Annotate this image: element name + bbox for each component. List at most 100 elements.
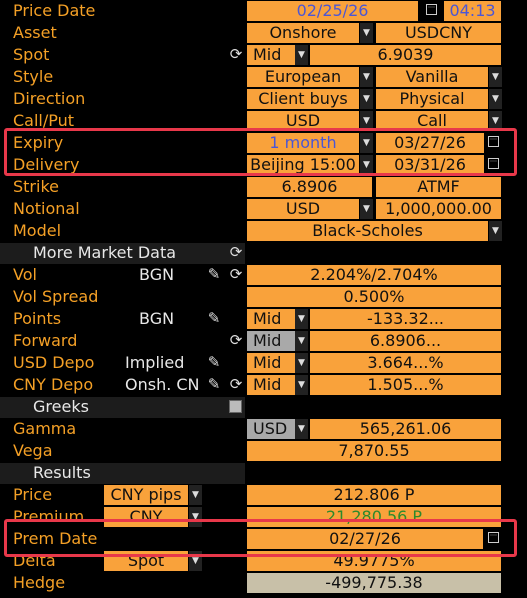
chevron-down-icon[interactable]: ▼ bbox=[189, 485, 202, 505]
hedge-label: Hedge bbox=[13, 573, 66, 592]
row-cny-depo: CNY Depo Onsh. CN ✎ ⟳ Mid ▼ 1.505...% bbox=[0, 374, 527, 396]
chevron-down-icon[interactable]: ▼ bbox=[295, 353, 308, 373]
price-date-field[interactable]: 02/25/26 bbox=[247, 1, 418, 21]
forward-label: Forward bbox=[13, 331, 78, 350]
row-points: Points BGN ✎ Mid ▼ -133.32... bbox=[0, 308, 527, 330]
chevron-down-icon[interactable]: ▼ bbox=[295, 331, 308, 351]
price-date-label: Price Date bbox=[13, 1, 96, 20]
price-time-field[interactable]: 04:13 bbox=[444, 1, 501, 21]
vol-field[interactable]: 2.204%/2.704% bbox=[247, 265, 501, 285]
row-price-date: Price Date 02/25/26 04:13 bbox=[0, 0, 527, 22]
gamma-value: 565,261.06 bbox=[310, 419, 501, 439]
option-type-select[interactable]: Vanilla bbox=[376, 67, 488, 87]
highlight-box-prem-date bbox=[4, 519, 517, 557]
strike-field[interactable]: 6.8906 bbox=[247, 177, 372, 197]
vol-spread-field[interactable]: 0.500% bbox=[247, 287, 501, 307]
strike-ref-field[interactable]: ATMF bbox=[376, 177, 501, 197]
forward-field[interactable]: 6.8906... bbox=[310, 331, 501, 351]
vega-value: 7,870.55 bbox=[247, 441, 501, 461]
spot-side-select[interactable]: Mid bbox=[247, 45, 295, 65]
usd-depo-side-select[interactable]: Mid bbox=[247, 353, 295, 373]
refresh-icon[interactable]: ⟳ bbox=[228, 374, 244, 396]
vega-label: Vega bbox=[13, 441, 53, 460]
points-label: Points bbox=[13, 309, 62, 328]
model-select[interactable]: Black-Scholes bbox=[247, 221, 488, 241]
greeks-title[interactable]: Greeks bbox=[0, 396, 89, 418]
usd-depo-label: USD Depo bbox=[13, 353, 95, 372]
row-forward: Forward ⟳ Mid ▼ 6.8906... bbox=[0, 330, 527, 352]
vol-spread-label: Vol Spread bbox=[13, 287, 99, 306]
forward-side-select[interactable]: Mid bbox=[247, 331, 295, 351]
exercise-style-select[interactable]: European bbox=[247, 67, 359, 87]
notional-label: Notional bbox=[13, 199, 80, 218]
cny-depo-source: Onsh. CN bbox=[125, 375, 200, 394]
row-vega: Vega 7,870.55 bbox=[0, 440, 527, 462]
settlement-select[interactable]: Physical bbox=[376, 89, 488, 109]
cny-depo-side-select[interactable]: Mid bbox=[247, 375, 295, 395]
pencil-icon[interactable]: ✎ bbox=[206, 264, 222, 286]
price-unit-select[interactable]: CNY pips bbox=[104, 485, 188, 505]
refresh-icon[interactable]: ⟳ bbox=[228, 330, 244, 352]
row-gamma: Gamma USD ▼ 565,261.06 bbox=[0, 418, 527, 440]
price-value: 212.806 P bbox=[247, 485, 501, 505]
row-model: Model Black-Scholes ▼ bbox=[0, 220, 527, 242]
row-asset: Asset Onshore ▼ USDCNY bbox=[0, 22, 527, 44]
cny-depo-field[interactable]: 1.505...% bbox=[310, 375, 501, 395]
asset-market-select[interactable]: Onshore bbox=[247, 23, 359, 43]
calendar-icon[interactable] bbox=[426, 4, 437, 15]
price-label: Price bbox=[13, 485, 53, 504]
chevron-down-icon[interactable]: ▼ bbox=[360, 67, 373, 87]
hedge-value: -499,775.38 bbox=[247, 573, 501, 593]
notional-amount-field[interactable]: 1,000,000.00 bbox=[376, 199, 501, 219]
chevron-down-icon[interactable]: ▼ bbox=[295, 419, 308, 439]
chevron-down-icon[interactable]: ▼ bbox=[360, 23, 373, 43]
chevron-down-icon[interactable]: ▼ bbox=[295, 45, 308, 65]
chevron-down-icon[interactable]: ▼ bbox=[489, 221, 502, 241]
row-direction: Direction Client buys ▼ Physical ▼ bbox=[0, 88, 527, 110]
chevron-down-icon[interactable]: ▼ bbox=[360, 199, 373, 219]
currency-pair-field[interactable]: USDCNY bbox=[376, 23, 501, 43]
direction-select[interactable]: Client buys bbox=[247, 89, 359, 109]
vol-label: Vol bbox=[13, 265, 37, 284]
refresh-icon[interactable]: ⟳ bbox=[228, 44, 244, 66]
chevron-down-icon[interactable]: ▼ bbox=[295, 309, 308, 329]
pencil-icon[interactable]: ✎ bbox=[206, 374, 222, 396]
refresh-icon[interactable]: ⟳ bbox=[228, 242, 244, 264]
asset-label: Asset bbox=[13, 23, 57, 42]
gamma-label: Gamma bbox=[13, 419, 77, 438]
chevron-down-icon[interactable]: ▼ bbox=[360, 89, 373, 109]
market-data-title[interactable]: More Market Data bbox=[0, 242, 176, 264]
pencil-icon[interactable]: ✎ bbox=[206, 352, 222, 374]
points-side-select[interactable]: Mid bbox=[247, 309, 295, 329]
model-label: Model bbox=[13, 221, 62, 240]
direction-label: Direction bbox=[13, 89, 86, 108]
option-pricer-panel: Price Date 02/25/26 04:13 Asset Onshore … bbox=[0, 0, 527, 598]
vol-source: BGN bbox=[139, 265, 175, 284]
strike-label: Strike bbox=[13, 177, 59, 196]
row-notional: Notional USD ▼ 1,000,000.00 bbox=[0, 198, 527, 220]
row-hedge: Hedge -499,775.38 bbox=[0, 572, 527, 594]
notional-ccy-select[interactable]: USD bbox=[247, 199, 359, 219]
points-field[interactable]: -133.32... bbox=[310, 309, 501, 329]
row-vol: Vol BGN ✎ ⟳ 2.204%/2.704% bbox=[0, 264, 527, 286]
row-spot: Spot ⟳ Mid ▼ 6.9039 bbox=[0, 44, 527, 66]
highlight-box-expiry-delivery bbox=[4, 128, 517, 176]
gamma-ccy-select[interactable]: USD bbox=[247, 419, 295, 439]
row-results-header: Results bbox=[0, 462, 527, 484]
pencil-icon[interactable]: ✎ bbox=[206, 308, 222, 330]
chevron-down-icon[interactable]: ▼ bbox=[489, 89, 502, 109]
style-label: Style bbox=[13, 67, 54, 86]
spot-label: Spot bbox=[13, 45, 50, 64]
row-strike: Strike 6.8906 ATMF bbox=[0, 176, 527, 198]
spot-rate-field[interactable]: 6.9039 bbox=[310, 45, 501, 65]
chevron-down-icon[interactable]: ▼ bbox=[489, 67, 502, 87]
greeks-checkbox[interactable] bbox=[229, 400, 242, 413]
usd-depo-source: Implied bbox=[125, 353, 185, 372]
row-style: Style European ▼ Vanilla ▼ bbox=[0, 66, 527, 88]
refresh-icon[interactable]: ⟳ bbox=[228, 264, 244, 286]
chevron-down-icon[interactable]: ▼ bbox=[295, 375, 308, 395]
usd-depo-field[interactable]: 3.664...% bbox=[310, 353, 501, 373]
cny-depo-label: CNY Depo bbox=[13, 375, 94, 394]
results-title[interactable]: Results bbox=[0, 462, 91, 484]
row-vol-spread: Vol Spread 0.500% bbox=[0, 286, 527, 308]
